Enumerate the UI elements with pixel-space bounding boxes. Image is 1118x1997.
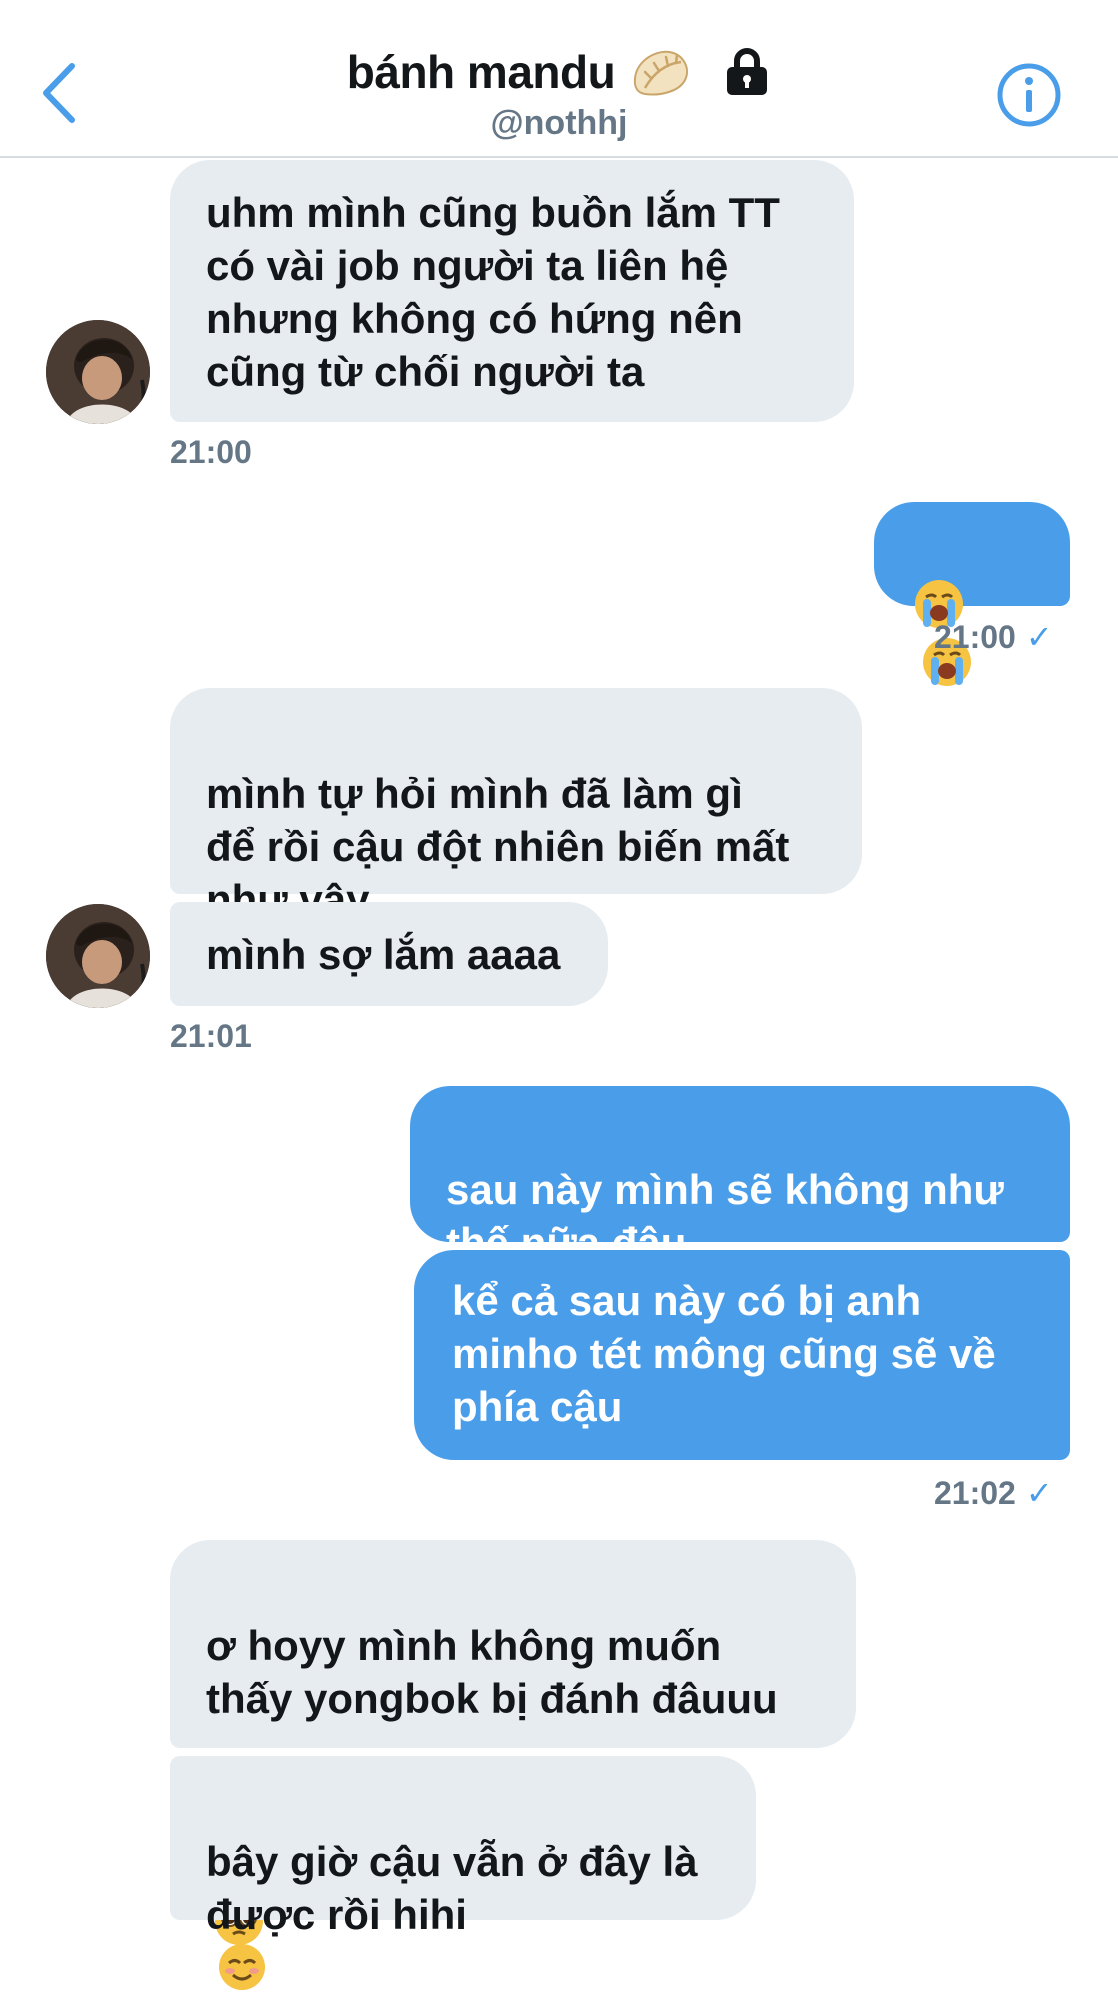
message-bubble-incoming[interactable]: uhm mình cũng buồn lắm TT có vài job ngư… (170, 160, 854, 422)
message-bubble-outgoing[interactable]: kể cả sau này có bị anh minho tét mông c… (414, 1250, 1070, 1460)
timestamp: 21:00 ✓ (934, 618, 1053, 656)
message-bubble-outgoing[interactable]: sau này mình sẽ không như thế nữa đâu (410, 1086, 1070, 1319)
message-bubble-incoming[interactable]: mình sợ lắm aaaa (170, 902, 608, 1006)
message-list[interactable]: uhm mình cũng buồn lắm TT có vài job ngư… (0, 0, 1118, 1990)
smiling-face-emoji (219, 1944, 265, 1990)
avatar[interactable] (46, 320, 150, 424)
message-bubble-incoming[interactable]: mình tự hỏi mình đã làm gì để rồi cậu độ… (170, 688, 862, 975)
message-bubble-incoming[interactable]: ơ hoyy mình không muốn thấy yongbok bị đ… (170, 1540, 856, 1945)
checkmark-icon: ✓ (1025, 619, 1053, 655)
timestamp: 21:02 ✓ (934, 1474, 1053, 1512)
timestamp: 21:00 (170, 434, 252, 470)
timestamp-text: 21:00 (934, 619, 1016, 655)
message-text: mình tự hỏi mình đã làm gì để rồi cậu độ… (206, 770, 790, 923)
message-bubble-outgoing[interactable] (874, 502, 1070, 686)
checkmark-icon: ✓ (1025, 1475, 1053, 1511)
timestamp-text: 21:02 (934, 1475, 1016, 1511)
message-text: ơ hoyy mình không muốn thấy yongbok bị đ… (206, 1622, 778, 1722)
message-text: bây giờ cậu vẫn ở đây là được rồi hihi (206, 1838, 698, 1938)
timestamp: 21:01 (170, 1018, 252, 1054)
avatar[interactable] (46, 904, 150, 1008)
message-bubble-incoming[interactable]: bây giờ cậu vẫn ở đây là được rồi hihi (170, 1756, 756, 1990)
